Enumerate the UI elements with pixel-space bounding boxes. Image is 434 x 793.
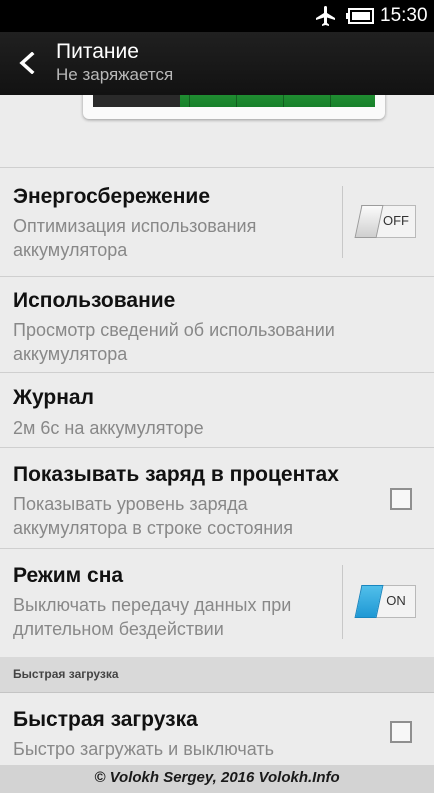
page-title: Питание	[56, 40, 139, 63]
chevron-left-icon	[19, 52, 35, 74]
sleep-mode-toggle[interactable]: ON	[354, 585, 416, 618]
sleep-mode-title: Режим сна	[13, 564, 124, 587]
show-percentage-checkbox[interactable]	[390, 488, 412, 510]
divider	[342, 565, 343, 639]
power-saver-title: Энергосбережение	[13, 185, 210, 208]
usage-summary: Просмотр сведений об использовании аккум…	[13, 320, 335, 364]
usage-title: Использование	[13, 289, 176, 312]
battery-segment	[189, 95, 190, 107]
fast-boot-checkbox[interactable]	[390, 721, 412, 743]
history-title: Журнал	[13, 386, 94, 409]
toggle-state-label: ON	[386, 593, 406, 608]
section-header-fast-boot: Быстрая загрузка	[0, 657, 434, 693]
toggle-state-label: OFF	[383, 213, 409, 228]
back-button[interactable]	[12, 46, 46, 80]
settings-item-fast-boot[interactable]: Быстрая загрузка Быстро загружать и выкл…	[0, 693, 434, 765]
battery-segment	[283, 95, 284, 107]
divider	[342, 186, 343, 258]
sleep-mode-summary: Выключать передачу данных при длительном…	[13, 595, 292, 639]
power-saver-toggle[interactable]: OFF	[354, 205, 416, 238]
fast-boot-summary: Быстро загружать и выключать	[13, 739, 274, 759]
power-saver-summary: Оптимизация использования аккумулятора	[13, 216, 257, 260]
battery-level-track	[93, 95, 375, 107]
status-clock: 15:30	[380, 5, 428, 26]
settings-item-show-percentage[interactable]: Показывать заряд в процентах Показывать …	[0, 448, 434, 549]
show-percentage-summary: Показывать уровень заряда аккумулятора в…	[13, 494, 293, 538]
settings-item-usage[interactable]: Использование Просмотр сведений об испол…	[0, 276, 434, 373]
fast-boot-title: Быстрая загрузка	[13, 708, 198, 731]
settings-item-history[interactable]: Журнал 2м 6с на аккумуляторе	[0, 373, 434, 448]
battery-level-fill	[180, 95, 375, 107]
airplane-mode-icon	[316, 6, 335, 26]
watermark: © Volokh Sergey, 2016 Volokh.Info	[0, 765, 434, 793]
settings-item-power-saver[interactable]: Энергосбережение Оптимизация использован…	[0, 167, 434, 277]
battery-segment	[330, 95, 331, 107]
settings-item-sleep-mode[interactable]: Режим сна Выключать передачу данных при …	[0, 549, 434, 658]
battery-segment	[236, 95, 237, 107]
battery-level-graphic	[83, 95, 385, 119]
battery-icon	[346, 8, 374, 24]
status-bar: 15:30	[0, 0, 434, 32]
show-percentage-title: Показывать заряд в процентах	[13, 463, 339, 486]
section-header-label: Быстрая загрузка	[13, 667, 119, 681]
page-subtitle: Не заряжается	[56, 65, 174, 84]
settings-content: Энергосбережение Оптимизация использован…	[0, 95, 434, 765]
action-bar: Питание Не заряжается	[0, 32, 434, 95]
history-summary: 2м 6с на аккумуляторе	[13, 418, 204, 438]
